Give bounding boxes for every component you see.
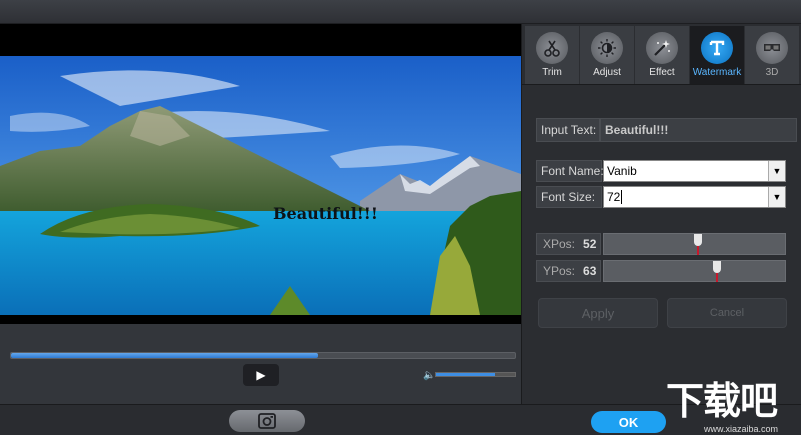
xpos-value: 52 [583, 237, 597, 251]
tab-3d[interactable]: 3D [745, 26, 799, 84]
landscape-image [0, 56, 521, 315]
speaker-icon[interactable]: 🔈 [423, 370, 435, 381]
tab-adjust-label: Adjust [593, 67, 621, 78]
watermark-preview-text: Beautiful!!! [273, 204, 378, 223]
progress-bar[interactable] [10, 352, 516, 359]
tab-bar: Trim Adjust Effect Watermark 3D [525, 26, 800, 84]
3d-glasses-icon [756, 32, 788, 64]
video-preview: Beautiful!!! [0, 24, 521, 324]
ypos-label: YPos: 63 [536, 260, 601, 282]
tab-effect[interactable]: Effect [635, 26, 689, 84]
chevron-down-icon[interactable]: ▼ [768, 187, 785, 207]
ypos-slider-marker [716, 273, 718, 282]
input-text-field[interactable]: Beautiful!!! [600, 118, 797, 142]
playback-controls: ▶ 🔈 [0, 324, 521, 404]
volume-fill [436, 373, 496, 376]
font-name-select[interactable]: Vanib ▼ [603, 160, 786, 182]
ypos-value: 63 [583, 264, 597, 278]
font-name-label: Font Name: [536, 160, 604, 182]
scissors-icon [536, 32, 568, 64]
edit-panel: Trim Adjust Effect Watermark 3D [521, 24, 801, 404]
tab-trim-label: Trim [542, 67, 562, 78]
tab-effect-label: Effect [649, 67, 675, 78]
tab-3d-label: 3D [765, 67, 779, 78]
tab-divider [522, 84, 801, 85]
text-icon [701, 32, 733, 64]
play-button[interactable]: ▶ [243, 364, 279, 386]
play-icon: ▶ [256, 368, 266, 382]
watermark-logo: 下载吧 www.xiazaiba.com [664, 378, 801, 435]
ypos-slider-thumb[interactable] [713, 261, 721, 273]
font-name-value: Vanib [607, 164, 637, 178]
tab-watermark[interactable]: Watermark [690, 26, 744, 84]
ypos-key: YPos: [543, 264, 576, 278]
xpos-slider-thumb[interactable] [694, 234, 702, 246]
progress-fill [11, 353, 319, 358]
snapshot-button[interactable] [229, 410, 305, 432]
font-size-value: 72 [607, 190, 621, 204]
camera-icon [258, 413, 276, 429]
tab-trim[interactable]: Trim [525, 26, 579, 84]
font-size-select[interactable]: 72 ▼ [603, 186, 786, 208]
tab-adjust[interactable]: Adjust [580, 26, 634, 84]
brightness-icon [591, 32, 623, 64]
logo-text: 下载吧 [666, 379, 778, 423]
xpos-key: XPos: [543, 237, 576, 251]
apply-button[interactable]: Apply [538, 298, 658, 328]
xpos-slider[interactable] [603, 233, 786, 255]
xpos-slider-marker [697, 246, 699, 255]
magic-wand-icon [646, 32, 678, 64]
tab-watermark-label: Watermark [692, 67, 742, 78]
chevron-down-icon[interactable]: ▼ [768, 161, 785, 181]
xpos-label: XPos: 52 [536, 233, 601, 255]
ok-button[interactable]: OK [591, 411, 666, 433]
ypos-slider[interactable] [603, 260, 786, 282]
logo-url: www.xiazaiba.com [704, 424, 779, 434]
font-size-label: Font Size: [536, 186, 602, 208]
volume-slider[interactable] [435, 372, 516, 377]
input-text-label: Input Text: [536, 118, 600, 142]
cancel-button[interactable]: Cancel [667, 298, 787, 328]
video-frame: Beautiful!!! [0, 56, 521, 315]
title-bar [0, 0, 801, 24]
